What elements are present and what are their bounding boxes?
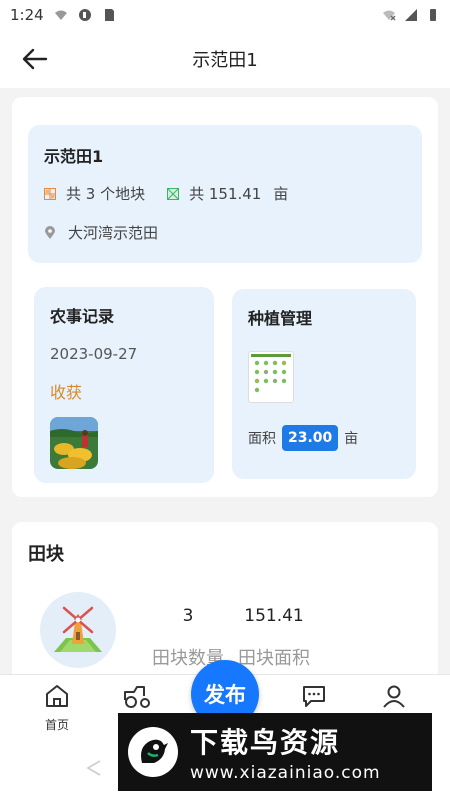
sd-card-icon: [104, 9, 114, 21]
location-text: 大河湾示范田: [68, 224, 159, 242]
battery-icon: [430, 9, 436, 21]
nav-profile[interactable]: [364, 683, 424, 712]
location-row: 大河湾示范田: [44, 222, 406, 243]
area-unit: 亩: [273, 185, 289, 203]
system-back-icon[interactable]: [84, 758, 104, 778]
farm-record-activity: 收获: [50, 383, 83, 402]
planting-area-unit: 亩: [344, 431, 359, 447]
home-icon: [46, 685, 68, 707]
fields-area-stat: 151.41 田块面积: [236, 606, 312, 670]
status-time: 1:24: [10, 6, 44, 24]
app-notification-icon: [78, 9, 91, 21]
harvest-photo[interactable]: [50, 417, 98, 469]
status-bar: 1:24: [0, 0, 450, 30]
watermark-title: 下载鸟资源: [190, 726, 341, 759]
fields-area-label: 田块面积: [238, 648, 310, 669]
page-title: 示范田1: [192, 50, 258, 71]
plots-count-text: 共 3 个地块: [66, 185, 146, 203]
fields-title: 田块: [28, 544, 64, 565]
nav-machinery[interactable]: [107, 683, 167, 712]
message-icon: [303, 686, 325, 707]
farm-info-panel[interactable]: 示范田1 共 3 个地块 共 151.41 亩 大河湾示范田: [28, 125, 422, 263]
nav-messages[interactable]: [284, 683, 344, 712]
planting-plan-thumbnail[interactable]: [248, 351, 294, 403]
wifi-question-icon: [54, 10, 67, 20]
tractor-icon: [124, 686, 150, 708]
location-pin-icon: [45, 225, 55, 239]
app-bar: 示范田1: [0, 30, 450, 88]
farm-name: 示范田1: [44, 147, 104, 166]
user-icon: [383, 685, 405, 708]
signal-icon: [405, 9, 417, 21]
wifi-off-icon: [383, 10, 396, 21]
watermark-logo: [128, 727, 178, 777]
planting-area-row: 面积 23.00 亩: [248, 425, 400, 451]
windmill-avatar: [40, 592, 116, 668]
area-icon: [167, 187, 180, 200]
planting-title: 种植管理: [248, 309, 313, 328]
arrow-left-icon: [22, 48, 48, 70]
farm-record-date: 2023-09-27: [50, 345, 138, 363]
farm-record-title: 农事记录: [50, 307, 115, 326]
fields-area-value: 151.41: [244, 606, 304, 626]
planting-plan-image: [251, 354, 291, 393]
farm-record-card[interactable]: 农事记录 2023-09-27 收获: [34, 287, 214, 483]
watermark-banner: 下载鸟资源 www.xiazainiao.com: [118, 713, 432, 791]
planting-area-label: 面积: [248, 431, 276, 447]
farm-overview-card: 示范田1 共 3 个地块 共 151.41 亩 大河湾示范田 农事记录 2023…: [12, 97, 438, 497]
area-total-text: 共 151.41: [189, 185, 262, 203]
planting-area-badge: 23.00: [282, 425, 339, 451]
back-button[interactable]: [20, 44, 50, 74]
bird-logo-icon: [141, 739, 168, 763]
nav-home[interactable]: 首页: [27, 683, 87, 733]
fields-count-value: 3: [182, 606, 194, 626]
watermark-url: www.xiazainiao.com: [190, 763, 381, 783]
harvest-photo-image: [50, 417, 98, 469]
nav-home-label: 首页: [44, 718, 69, 732]
planting-management-card[interactable]: 种植管理 面积 23.00 亩: [232, 289, 416, 479]
windmill-icon: [54, 606, 102, 652]
farm-stats-row: 共 3 个地块 共 151.41 亩: [44, 183, 406, 204]
plots-grid-icon: [44, 187, 56, 200]
